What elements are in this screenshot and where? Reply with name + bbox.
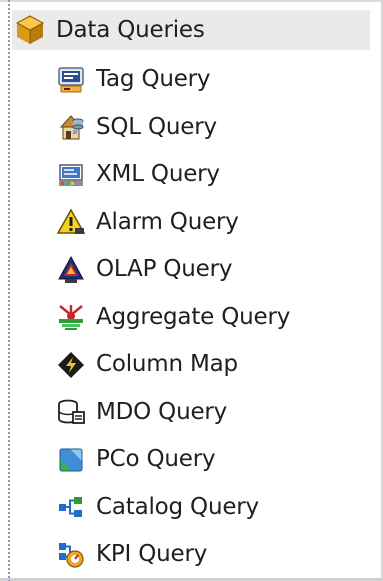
tree-item-label: OLAP Query	[96, 256, 233, 283]
tree-item-label: MDO Query	[96, 398, 228, 425]
tree-item-mdo-query[interactable]: MDO Query	[56, 389, 376, 437]
tree-item-sql-query[interactable]: SQL Query	[56, 104, 376, 152]
tree-item-label: XML Query	[96, 161, 220, 188]
tree-item-label: Column Map	[96, 351, 238, 378]
tree-item-label: Alarm Query	[96, 208, 239, 235]
tree-item-label: Tag Query	[96, 66, 211, 93]
tree-item-label: KPI Query	[96, 541, 208, 568]
tree-item-label: Catalog Query	[96, 493, 259, 520]
cube-icon	[15, 15, 45, 44]
tree-item-alarm-query[interactable]: Alarm Query	[56, 199, 376, 247]
sql-query-icon	[59, 115, 84, 140]
tree-item-label: SQL Query	[96, 113, 217, 140]
query-tree-panel: Data Queries Tag Query SQL Query XML Que…	[0, 0, 383, 581]
tree-item-label: Aggregate Query	[96, 303, 291, 330]
pco-query-icon	[59, 448, 83, 472]
tree-item-label: PCo Query	[96, 446, 216, 473]
xml-query-icon	[59, 164, 83, 186]
tree-connector-line	[8, 0, 10, 581]
panel-border-top	[0, 0, 383, 2]
column-map-icon	[58, 351, 84, 378]
tree-item-column-map[interactable]: Column Map	[56, 341, 376, 389]
tag-query-icon	[58, 67, 84, 93]
tree-item-pco-query[interactable]: PCo Query	[56, 436, 376, 484]
kpi-query-icon	[59, 542, 84, 568]
query-type-list: Tag Query SQL Query XML Query Alarm Quer…	[56, 56, 376, 579]
olap-query-icon	[58, 255, 84, 283]
mdo-query-icon	[58, 399, 85, 425]
aggregate-query-icon	[59, 305, 83, 331]
tree-node-label: Data Queries	[56, 16, 205, 43]
tree-item-aggregate-query[interactable]: Aggregate Query	[56, 294, 376, 342]
tree-node-data-queries[interactable]: Data Queries	[12, 10, 370, 50]
tree-item-olap-query[interactable]: OLAP Query	[56, 246, 376, 294]
tree-item-tag-query[interactable]: Tag Query	[56, 56, 376, 104]
catalog-query-icon	[59, 497, 82, 518]
tree-item-xml-query[interactable]: XML Query	[56, 151, 376, 199]
tree-item-kpi-query[interactable]: KPI Query	[56, 531, 376, 579]
alarm-query-icon	[56, 208, 86, 235]
tree-item-catalog-query[interactable]: Catalog Query	[56, 484, 376, 532]
